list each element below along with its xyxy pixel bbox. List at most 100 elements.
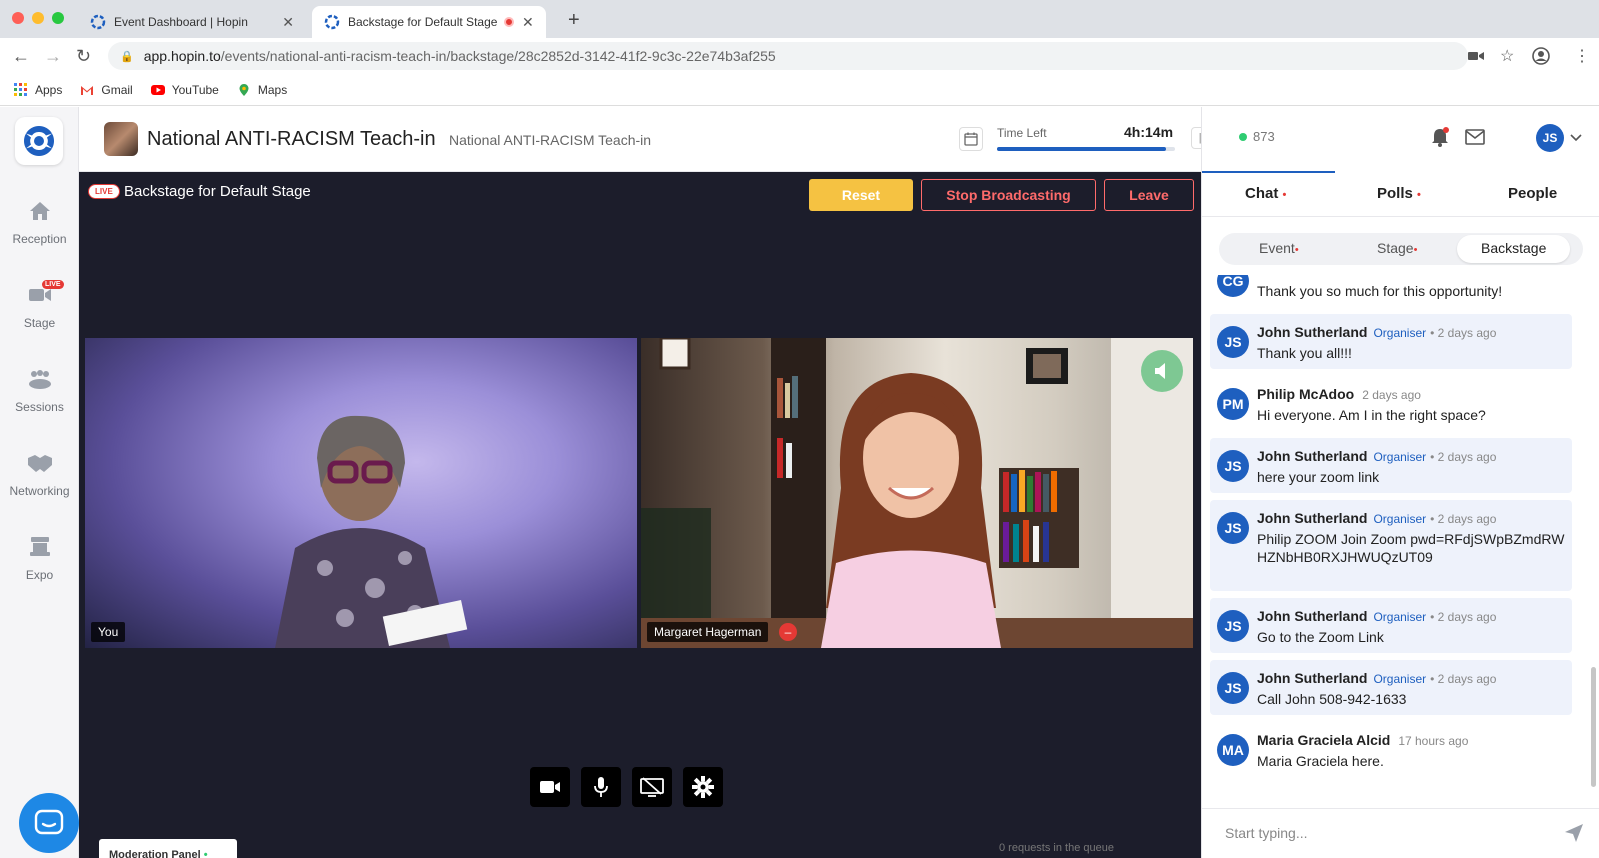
window-close-button[interactable] xyxy=(12,12,24,24)
unread-dot: • xyxy=(1417,189,1421,201)
tab-chat[interactable]: Chat • xyxy=(1245,185,1286,202)
user-avatar[interactable]: JS xyxy=(1536,124,1564,152)
subtab-backstage[interactable]: Backstage xyxy=(1457,235,1571,263)
chat-panel: 873 JS Chat • Polls • People Event• Stag… xyxy=(1201,107,1599,858)
message-time: • 2 days ago xyxy=(1430,610,1497,624)
panel-tabs: Chat • Polls • People xyxy=(1202,171,1599,217)
forward-arrow-icon[interactable]: → xyxy=(44,46,62,67)
sender-name[interactable]: John Sutherland xyxy=(1257,324,1367,340)
bookmark-star-icon[interactable]: ☆ xyxy=(1500,46,1514,66)
chat-subtabs: Event• Stage• Backstage xyxy=(1219,233,1583,265)
message-time: • 2 days ago xyxy=(1430,326,1497,340)
chat-message: CG Thank you so much for this opportunit… xyxy=(1210,275,1572,307)
subtab-event[interactable]: Event• xyxy=(1259,240,1299,256)
sidebar-item-networking[interactable]: Networking xyxy=(0,452,79,498)
reload-icon[interactable]: ↻ xyxy=(76,46,91,67)
support-chat-button[interactable] xyxy=(19,793,79,853)
live-badge: LIVE xyxy=(88,184,120,199)
video-tile-self[interactable]: You xyxy=(85,338,637,648)
microphone-icon xyxy=(594,777,608,797)
calendar-button[interactable] xyxy=(959,127,983,151)
browser-tab-event-dashboard[interactable]: Event Dashboard | Hopin ✕ xyxy=(78,6,306,38)
speaker-volume-button[interactable] xyxy=(1141,350,1183,392)
screen-share-button[interactable] xyxy=(632,767,672,807)
lock-icon: 🔒 xyxy=(120,50,134,63)
calendar-icon xyxy=(964,132,978,146)
video-tile-margaret-hagerman[interactable]: Margaret Hagerman – xyxy=(641,338,1193,648)
sender-name[interactable]: Philip McAdoo xyxy=(1257,386,1354,402)
message-text: Hi everyone. Am I in the right space? xyxy=(1257,407,1486,423)
active-tab-underline xyxy=(1202,171,1335,173)
unread-dot: • xyxy=(1294,244,1299,256)
maps-icon xyxy=(239,83,249,96)
online-count: 873 xyxy=(1253,129,1275,144)
camera-toggle-button[interactable] xyxy=(530,767,570,807)
sender-name[interactable]: John Sutherland xyxy=(1257,510,1367,526)
live-badge: LIVE xyxy=(42,280,64,289)
participant-name-tag: You xyxy=(91,622,126,642)
sidebar-item-expo[interactable]: Expo xyxy=(0,536,79,582)
participant-video-image xyxy=(275,415,468,648)
message-text: Philip ZOOM Join Zoom pwd=RFdjSWpBZmdRWH… xyxy=(1257,531,1565,565)
stop-broadcasting-button[interactable]: Stop Broadcasting xyxy=(921,179,1096,211)
url-host: app.hopin.to xyxy=(143,48,221,64)
chat-message-input[interactable] xyxy=(1225,819,1545,847)
hopin-logo[interactable] xyxy=(15,117,63,165)
sender-name[interactable]: John Sutherland xyxy=(1257,608,1367,624)
notifications-bell-icon[interactable] xyxy=(1430,127,1450,147)
bookmark-youtube[interactable]: YouTube xyxy=(150,83,219,97)
tab-people[interactable]: People xyxy=(1508,185,1557,202)
sidebar-item-label: Reception xyxy=(12,232,67,246)
sidebar-item-label: Expo xyxy=(25,568,54,582)
avatar: CG xyxy=(1217,275,1249,297)
profile-icon[interactable] xyxy=(1532,47,1550,65)
reset-button[interactable]: Reset xyxy=(809,179,913,211)
sidebar-item-label: Sessions xyxy=(15,400,64,414)
tab-close-icon[interactable]: ✕ xyxy=(282,14,294,31)
browser-menu-icon[interactable]: ⋮ xyxy=(1574,46,1590,66)
camera-permission-icon[interactable] xyxy=(1468,49,1484,63)
window-maximize-button[interactable] xyxy=(52,12,64,24)
leave-button[interactable]: Leave xyxy=(1104,179,1194,211)
event-sidebar: Reception LIVE Stage Sessions Networking… xyxy=(0,107,79,858)
chat-message: JS John Sutherland Organiser • 2 days ago … xyxy=(1210,660,1572,715)
sender-name[interactable]: Maria Graciela Alcid xyxy=(1257,732,1390,748)
bookmark-gmail[interactable]: Gmail xyxy=(80,83,133,97)
sidebar-item-label: Stage xyxy=(23,316,56,330)
address-bar[interactable]: 🔒 app.hopin.to/events/national-anti-raci… xyxy=(108,42,1468,70)
sender-name[interactable]: John Sutherland xyxy=(1257,670,1367,686)
message-text: here your zoom link xyxy=(1257,469,1380,485)
participant-name-tag: Margaret Hagerman xyxy=(647,622,769,642)
moderation-panel-tab[interactable]: Moderation Panel • xyxy=(99,839,237,858)
tab-close-icon[interactable]: ✕ xyxy=(522,14,534,31)
tab-label: Backstage for Default Stage xyxy=(348,15,498,29)
window-minimize-button[interactable] xyxy=(32,12,44,24)
expo-booth-icon xyxy=(29,537,50,556)
chevron-down-icon[interactable] xyxy=(1570,134,1582,142)
message-text: Call John 508-942-1633 xyxy=(1257,691,1407,707)
send-icon[interactable] xyxy=(1564,823,1584,843)
microphone-toggle-button[interactable] xyxy=(581,767,621,807)
sidebar-item-reception[interactable]: Reception xyxy=(0,200,79,246)
message-text: Thank you all!!! xyxy=(1257,345,1352,361)
back-arrow-icon[interactable]: ← xyxy=(12,46,30,67)
home-icon xyxy=(29,202,50,220)
sidebar-item-sessions[interactable]: Sessions xyxy=(0,368,79,414)
bookmark-apps[interactable]: Apps xyxy=(14,82,62,97)
new-tab-button[interactable]: + xyxy=(568,9,580,32)
online-indicator-icon xyxy=(1239,133,1247,141)
bookmark-maps[interactable]: Maps xyxy=(237,83,287,97)
tab-polls[interactable]: Polls • xyxy=(1377,185,1421,202)
chat-scrollbar[interactable] xyxy=(1591,667,1596,787)
settings-button[interactable] xyxy=(683,767,723,807)
sender-name[interactable]: John Sutherland xyxy=(1257,448,1367,464)
recording-indicator-icon xyxy=(504,17,514,27)
sidebar-item-label: Networking xyxy=(9,484,70,498)
sidebar-item-stage[interactable]: LIVE Stage xyxy=(0,280,79,330)
subtab-stage[interactable]: Stage• xyxy=(1377,240,1417,256)
chat-message: MA Maria Graciela Alcid 17 hours ago Mari… xyxy=(1210,722,1572,777)
camera-icon xyxy=(540,781,560,793)
browser-tab-backstage[interactable]: Backstage for Default Stage ✕ xyxy=(312,6,546,38)
avatar: JS xyxy=(1217,450,1249,482)
mail-envelope-icon[interactable] xyxy=(1465,129,1485,145)
